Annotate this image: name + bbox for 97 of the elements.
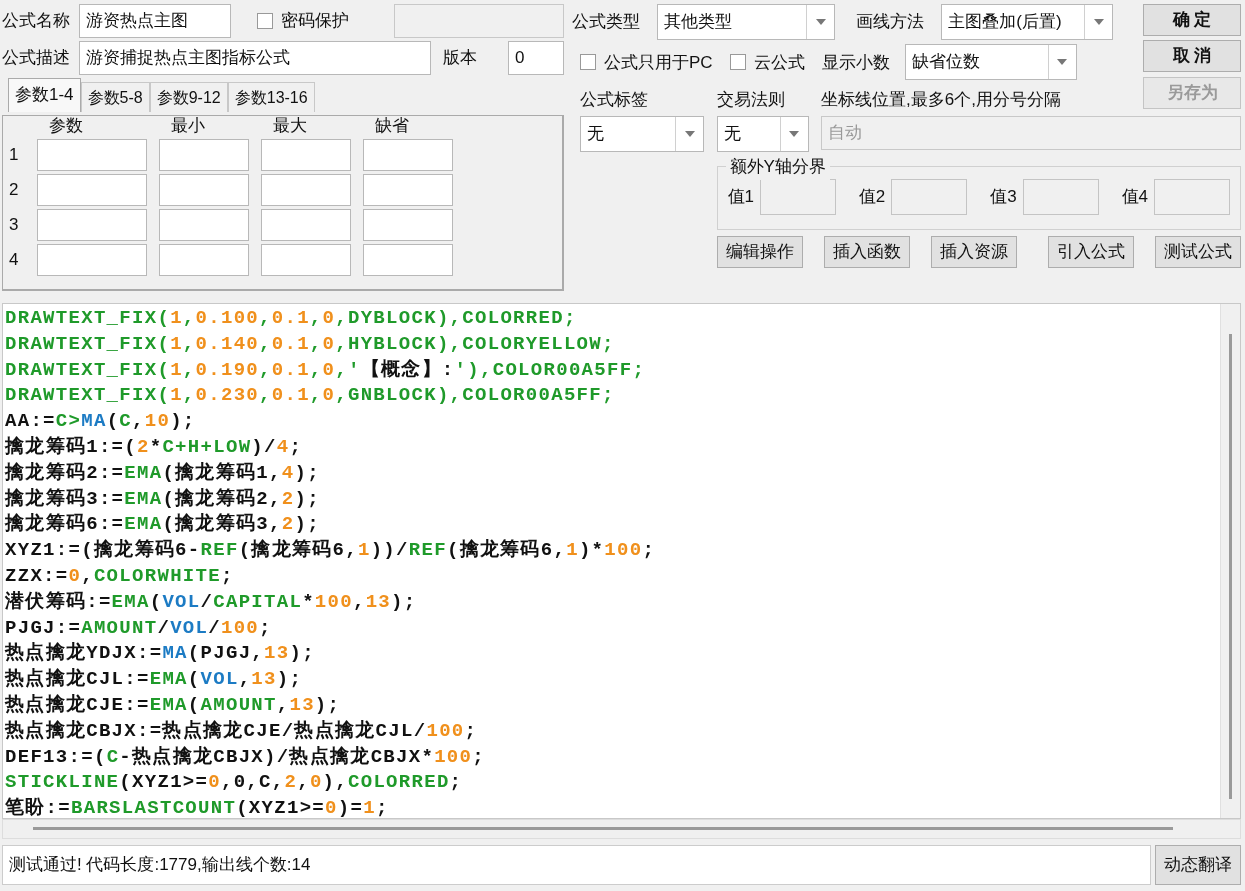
param-input[interactable] <box>363 244 453 276</box>
description-field[interactable]: 游资捕捉热点主图指标公式 <box>78 41 431 75</box>
code-line: 潜伏筹码:=EMA(VOL/CAPITAL*100,13); <box>5 589 418 615</box>
param-input[interactable] <box>37 209 147 241</box>
dropdown-value: 缺省位数 <box>910 51 981 74</box>
param-input[interactable] <box>159 139 249 171</box>
field-label: 画线方法 <box>856 11 925 34</box>
field-label: 公式名称 <box>2 10 70 33</box>
checkbox[interactable] <box>257 13 273 29</box>
param-input[interactable] <box>363 209 453 241</box>
field-label: 值1 <box>727 186 754 209</box>
scrollbar[interactable] <box>2 819 1241 839</box>
button[interactable]: 插入函数 <box>823 236 910 268</box>
dropdown-value: 其他类型 <box>663 11 733 33</box>
param-input[interactable] <box>159 209 249 241</box>
tab[interactable]: 参数1-4 <box>8 78 81 112</box>
row-number: 2 <box>9 179 20 202</box>
caret-icon <box>1093 19 1104 25</box>
button[interactable]: 编辑操作 <box>716 236 803 268</box>
param-input[interactable] <box>37 139 147 171</box>
param-input[interactable] <box>363 139 453 171</box>
checkbox[interactable] <box>580 54 596 71</box>
field-label: 交易法则 <box>716 88 786 111</box>
code-line: 热点擒龙CBJX:=热点擒龙CJE/热点擒龙CJL/100; <box>5 718 479 744</box>
field-label: 显示小数 <box>821 51 890 74</box>
code-line: XYZ1:=(擒龙筹码6-REF(擒龙筹码6,1))/REF(擒龙筹码6,1)*100; <box>5 538 657 564</box>
checkbox-label: 密码保护 <box>281 10 349 33</box>
group-title: 额外Y轴分界 <box>725 154 830 180</box>
column-header: 缺省 <box>374 116 410 136</box>
field-label: 版本 <box>443 47 478 70</box>
row-number: 1 <box>9 144 20 167</box>
param-input[interactable] <box>261 244 351 276</box>
code-line: 擒龙筹码3:=EMA(擒龙筹码2,2); <box>5 486 321 512</box>
dropdown-value: 无 <box>722 123 742 145</box>
column-header: 参数 <box>48 116 84 136</box>
code-line: DRAWTEXT_FIX(1,0.230,0.1,0,GNBLOCK),COLOR00A5FF; <box>5 383 616 409</box>
dropdown-value: 无 <box>586 123 605 145</box>
code-line: PJGJ:=AMOUNT/VOL/100; <box>5 615 273 641</box>
button[interactable]: 引入公式 <box>1047 236 1134 268</box>
field-label: 公式标签 <box>580 88 649 111</box>
version-field[interactable]: 0 <box>508 41 564 75</box>
caret-icon <box>815 19 826 25</box>
checkbox-label: 云公式 <box>753 51 805 74</box>
code-line: 擒龙筹码2:=EMA(擒龙筹码1,4); <box>5 460 321 486</box>
caret-icon <box>684 131 695 137</box>
button[interactable]: 测试公式 <box>1155 236 1241 268</box>
param-input[interactable] <box>159 174 249 206</box>
column-header: 最小 <box>170 116 206 136</box>
button[interactable]: 动态翻译 <box>1155 845 1241 885</box>
caret-icon <box>789 131 799 137</box>
code-line: ZZX:=0,COLORWHITE; <box>5 563 235 589</box>
code-line: AA:=C>MA(C,10); <box>5 409 197 435</box>
tab[interactable]: 参数13-16 <box>227 82 315 112</box>
dropdown-value: 主图叠加(后置) <box>947 11 1063 33</box>
field-label: 公式类型 <box>572 11 640 34</box>
tab[interactable]: 参数5-8 <box>80 82 150 112</box>
column-header: 最大 <box>272 116 308 136</box>
dropdown[interactable]: 其他类型 <box>657 4 835 40</box>
field-label: 值4 <box>1121 186 1148 209</box>
field-label: 值3 <box>990 186 1017 209</box>
code-line: DRAWTEXT_FIX(1,0.190,0.1,0,'【概念】:'),COLOR00A5FF; <box>5 357 647 383</box>
dropdown[interactable]: 无 <box>716 116 809 152</box>
code-line: 擒龙筹码1:=(2*C+H+LOW)/4; <box>5 435 304 460</box>
checkbox-label: 公式只用于PC <box>604 51 713 74</box>
code-line: STICKLINE(XYZ1>=0,0,C,2,0),COLORRED; <box>5 770 464 796</box>
button[interactable]: 确 定 <box>1143 4 1241 36</box>
code-line: 笔盼:=BARSLASTCOUNT(XYZ1>=0)=1; <box>5 796 390 818</box>
code-line: DRAWTEXT_FIX(1,0.100,0.1,0,DYBLOCK),COLORRED; <box>5 306 578 331</box>
param-input[interactable] <box>261 139 351 171</box>
checkbox[interactable] <box>729 54 746 71</box>
code-line: DEF13:=(C-热点擒龙CBJX)/热点擒龙CBJX*100; <box>5 744 486 770</box>
code-line: 热点擒龙YDJX:=MA(PJGJ,13); <box>5 641 316 667</box>
row-number: 4 <box>9 249 20 272</box>
field-label: 公式描述 <box>2 47 70 70</box>
scrollbar[interactable] <box>1220 304 1240 818</box>
status-message: 测试通过! 代码长度:1779,输出线个数:14 <box>2 845 1151 885</box>
dropdown[interactable]: 缺省位数 <box>904 44 1077 81</box>
param-input[interactable] <box>261 174 351 206</box>
field-label: 坐标线位置,最多6个,用分号分隔 <box>821 88 1061 111</box>
code-line: 热点擒龙CJL:=EMA(VOL,13); <box>5 667 304 693</box>
param-input[interactable] <box>363 174 453 206</box>
param-input[interactable] <box>159 244 249 276</box>
tab[interactable]: 参数9-12 <box>149 82 228 112</box>
caret-icon <box>1057 59 1068 66</box>
dropdown[interactable]: 无 <box>580 116 704 152</box>
button[interactable]: 插入资源 <box>930 236 1017 268</box>
code-line: DRAWTEXT_FIX(1,0.140,0.1,0,HYBLOCK),COLORYELLOW; <box>5 331 616 357</box>
dropdown[interactable]: 主图叠加(后置) <box>941 4 1114 40</box>
code-line: 热点擒龙CJE:=EMA(AMOUNT,13); <box>5 692 342 718</box>
name-field[interactable]: 游资热点主图 <box>78 4 231 38</box>
param-input[interactable] <box>37 244 147 276</box>
code-line: 擒龙筹码6:=EMA(擒龙筹码3,2); <box>5 512 321 538</box>
field-label: 值2 <box>858 186 886 209</box>
param-input[interactable] <box>37 174 147 206</box>
button[interactable]: 取 消 <box>1143 40 1241 73</box>
param-input[interactable] <box>261 209 351 241</box>
row-number: 3 <box>9 214 20 237</box>
